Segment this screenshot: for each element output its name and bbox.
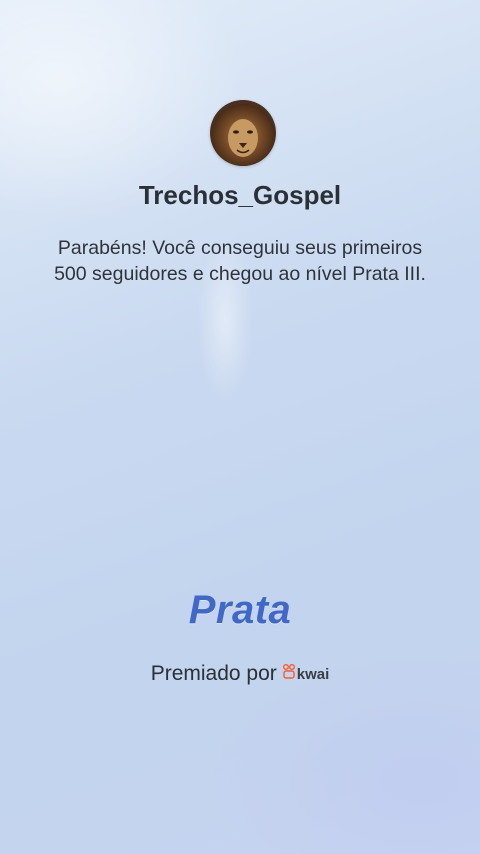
tier-title: Prata bbox=[188, 588, 292, 632]
awarded-by-label: Premiado por bbox=[150, 662, 277, 685]
kwai-logo-icon bbox=[282, 663, 295, 685]
kwai-brand: kwai bbox=[282, 663, 330, 685]
lion-avatar-icon[interactable] bbox=[210, 100, 276, 166]
kwai-brand-name: kwai bbox=[296, 665, 330, 683]
achievement-message: Parabéns! Você conseguiu seus primeiros … bbox=[54, 237, 426, 285]
username: Trechos_Gospel bbox=[138, 180, 342, 210]
awarded-by: Premiado por kwai bbox=[0, 662, 480, 686]
